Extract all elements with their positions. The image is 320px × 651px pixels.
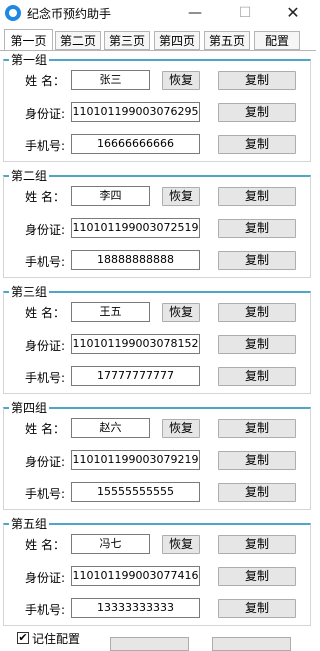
phone-field[interactable]: 15555555555: [71, 482, 200, 502]
tab-page-1[interactable]: 第一页: [4, 29, 53, 51]
name-label: 姓 名：: [25, 74, 65, 88]
id-field[interactable]: 110101199003077416: [71, 566, 200, 586]
copy-phone-button[interactable]: 复制: [218, 483, 296, 502]
copy-phone-button[interactable]: 复制: [218, 251, 296, 270]
title-bar: 纪念币预约助手 — ☐ ✕: [0, 0, 316, 28]
copy-id-button[interactable]: 复制: [218, 335, 296, 354]
group-title: 第五组: [9, 515, 50, 532]
tab-page-2[interactable]: 第二页: [55, 31, 101, 50]
id-field[interactable]: 110101199003079219: [71, 450, 200, 470]
name-label: 姓 名：: [25, 538, 65, 552]
phone-label: 手机号:: [24, 603, 65, 617]
name-field[interactable]: 张三: [71, 70, 150, 90]
phone-label: 手机号:: [24, 371, 65, 385]
group-title: 第二组: [9, 167, 50, 184]
group-title: 第三组: [9, 283, 50, 300]
close-button[interactable]: ✕: [280, 2, 306, 24]
remember-config-label[interactable]: 记住配置: [32, 630, 80, 647]
id-field[interactable]: 110101199003072519: [71, 218, 200, 238]
restore-button[interactable]: 恢复: [162, 303, 200, 322]
name-label: 姓 名：: [25, 190, 65, 204]
copy-name-button[interactable]: 复制: [218, 419, 296, 438]
minimize-button[interactable]: —: [182, 2, 208, 24]
tab-page-3[interactable]: 第三页: [104, 31, 150, 50]
copy-name-button[interactable]: 复制: [218, 303, 296, 322]
id-label: 身份证:: [24, 223, 65, 237]
group-1: 第一组 姓 名： 张三 恢复 复制 身份证: 11010119900307629…: [3, 51, 313, 163]
phone-label: 手机号:: [24, 139, 65, 153]
tab-bar: 第一页 第二页 第三页 第四页 第五页 配置: [0, 29, 316, 51]
group-2: 第二组 姓 名： 李四 恢复 复制 身份证: 11010119900307251…: [3, 167, 313, 279]
remember-config-checkbox[interactable]: ✔: [17, 632, 29, 644]
restore-button[interactable]: 恢复: [162, 419, 200, 438]
group-title: 第四组: [9, 399, 50, 416]
restore-button[interactable]: 恢复: [162, 535, 200, 554]
name-field[interactable]: 赵六: [71, 418, 150, 438]
tab-config[interactable]: 配置: [254, 31, 300, 50]
copy-name-button[interactable]: 复制: [218, 187, 296, 206]
copy-phone-button[interactable]: 复制: [218, 135, 296, 154]
id-field[interactable]: 110101199003076295: [71, 102, 200, 122]
name-field[interactable]: 李四: [71, 186, 150, 206]
group-5: 第五组 姓 名： 冯七 恢复 复制 身份证: 11010119900307741…: [3, 515, 313, 627]
group-3: 第三组 姓 名： 王五 恢复 复制 身份证: 11010119900307815…: [3, 283, 313, 395]
copy-id-button[interactable]: 复制: [218, 567, 296, 586]
phone-label: 手机号:: [24, 487, 65, 501]
phone-label: 手机号:: [24, 255, 65, 269]
footer-button-2[interactable]: [212, 637, 291, 651]
tab-page-4[interactable]: 第四页: [154, 31, 200, 50]
name-field[interactable]: 冯七: [71, 534, 150, 554]
id-field[interactable]: 110101199003078152: [71, 334, 200, 354]
group-title: 第一组: [9, 51, 50, 68]
id-label: 身份证:: [24, 339, 65, 353]
id-label: 身份证:: [24, 107, 65, 121]
phone-field[interactable]: 17777777777: [71, 366, 200, 386]
copy-phone-button[interactable]: 复制: [218, 367, 296, 386]
tab-content: 第一组 姓 名： 张三 恢复 复制 身份证: 11010119900307629…: [0, 51, 316, 648]
name-field[interactable]: 王五: [71, 302, 150, 322]
id-label: 身份证:: [24, 455, 65, 469]
copy-phone-button[interactable]: 复制: [218, 599, 296, 618]
footer: ✔ 记住配置: [0, 628, 316, 651]
restore-button[interactable]: 恢复: [162, 71, 200, 90]
copy-name-button[interactable]: 复制: [218, 71, 296, 90]
copy-id-button[interactable]: 复制: [218, 219, 296, 238]
window-title: 纪念币预约助手: [27, 7, 112, 21]
group-4: 第四组 姓 名： 赵六 恢复 复制 身份证: 11010119900307921…: [3, 399, 313, 511]
copy-name-button[interactable]: 复制: [218, 535, 296, 554]
tab-page-5[interactable]: 第五页: [204, 31, 250, 50]
app-coin-icon: [5, 5, 21, 21]
name-label: 姓 名：: [25, 422, 65, 436]
phone-field[interactable]: 18888888888: [71, 250, 200, 270]
id-label: 身份证:: [24, 571, 65, 585]
name-label: 姓 名：: [25, 306, 65, 320]
maximize-button[interactable]: ☐: [232, 2, 258, 24]
copy-id-button[interactable]: 复制: [218, 451, 296, 470]
phone-field[interactable]: 16666666666: [71, 134, 200, 154]
footer-button-1[interactable]: [110, 637, 189, 651]
copy-id-button[interactable]: 复制: [218, 103, 296, 122]
phone-field[interactable]: 13333333333: [71, 598, 200, 618]
restore-button[interactable]: 恢复: [162, 187, 200, 206]
